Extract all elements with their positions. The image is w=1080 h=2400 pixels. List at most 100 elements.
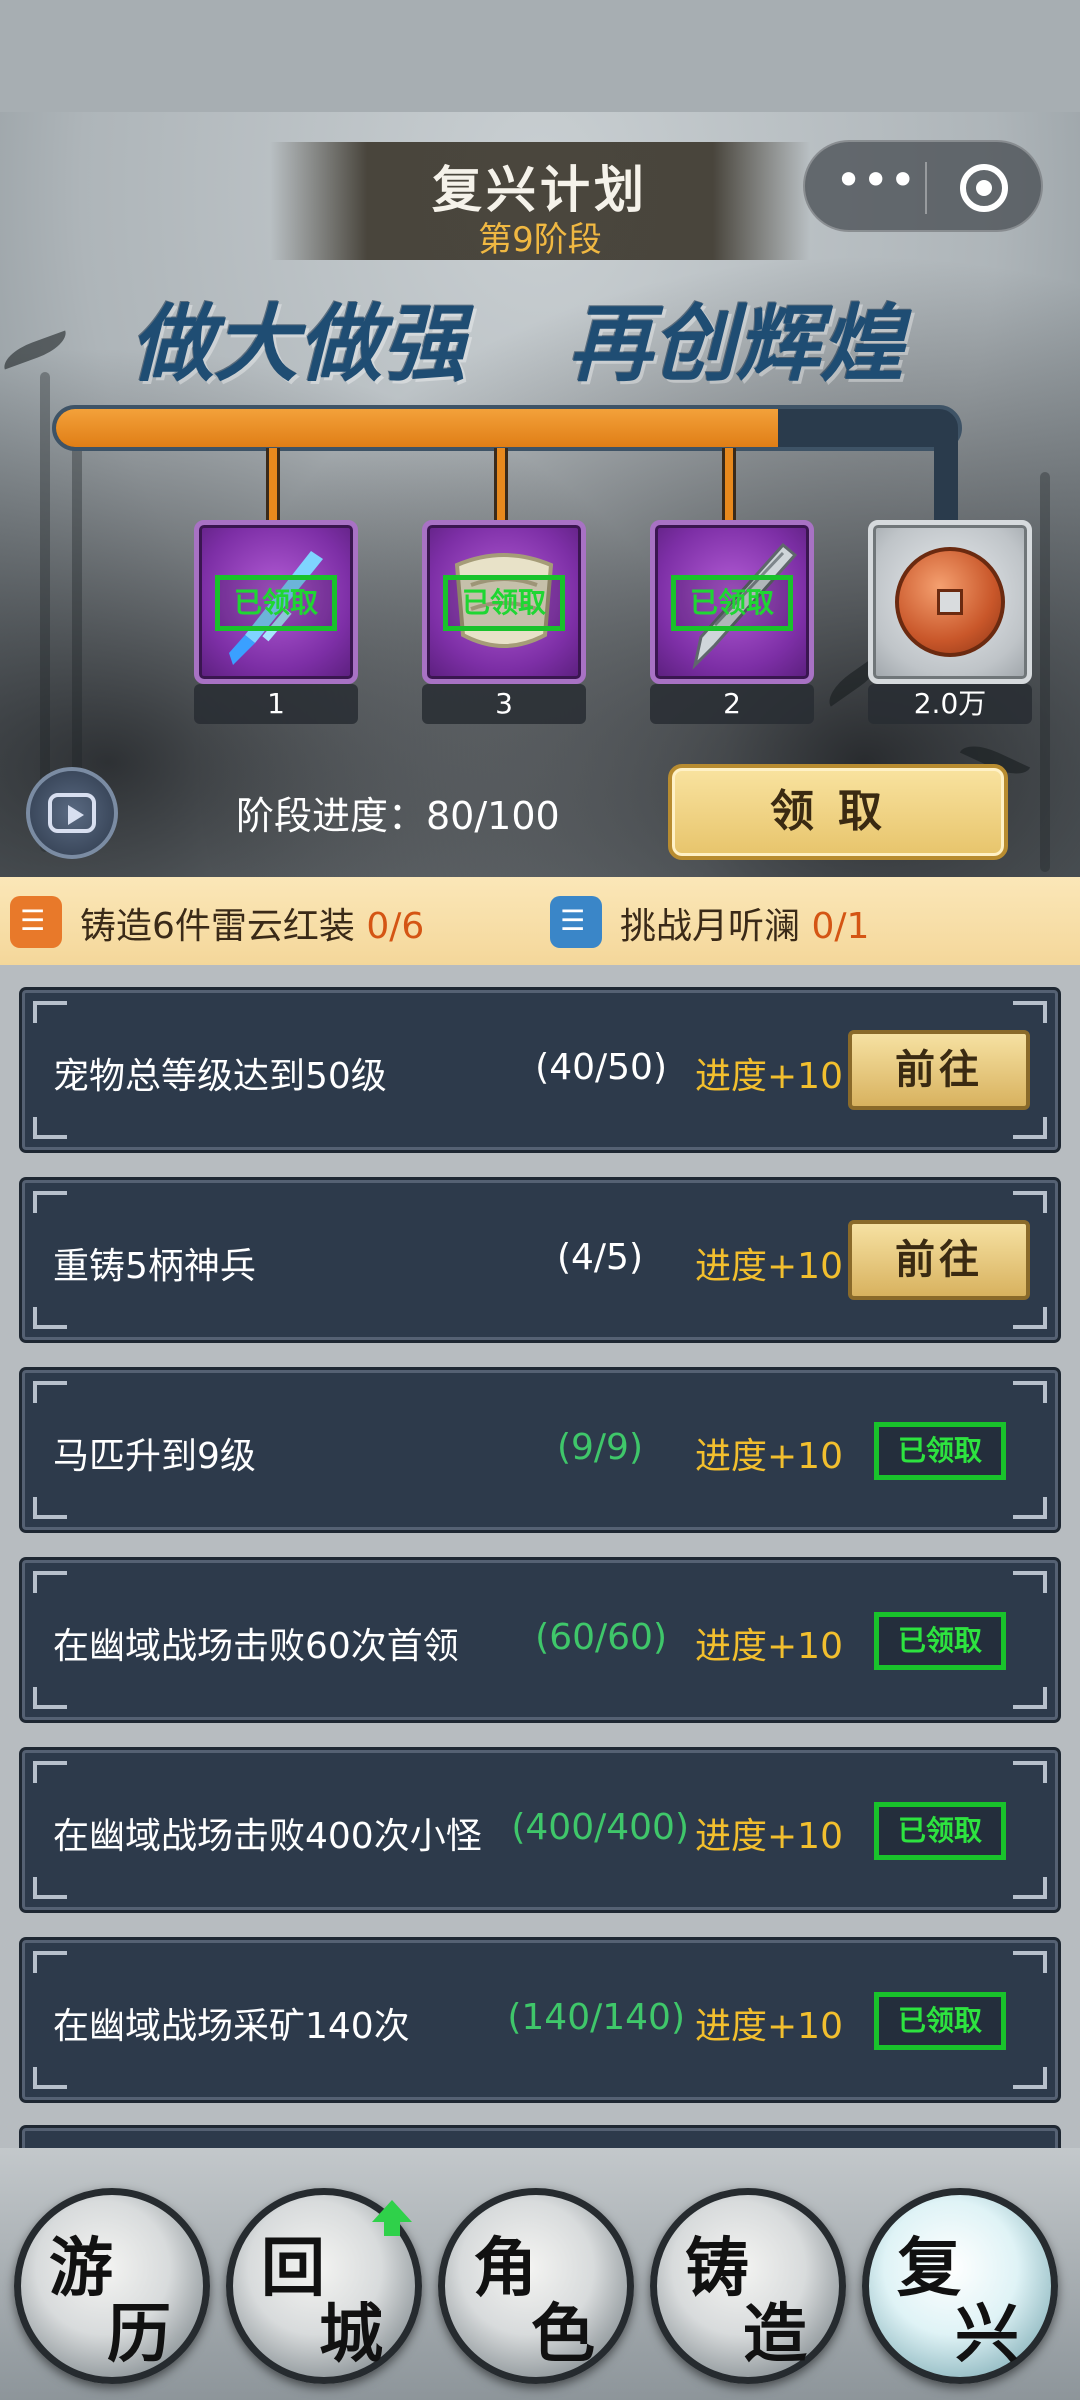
coin-hole (937, 589, 963, 615)
stage-progress-bar (52, 405, 962, 451)
nav-char: 回 (261, 2231, 325, 2306)
reward-count: 3 (422, 684, 586, 724)
task-row: 在幽域战场击败60次首领 (60/60) 进度+10 已领取 (22, 1560, 1058, 1720)
checklist-icon: ☰ (550, 896, 602, 948)
corner-decoration (33, 1687, 67, 1709)
task-reward: 进度+10 (695, 2006, 843, 2047)
close-icon[interactable] (960, 164, 1008, 212)
header-panel: 复兴计划 第9阶段 ••• 做大做强 再创辉煌 已领取 1 已领取 3 已领取 … (0, 112, 1080, 877)
claimed-badge: 已领取 (874, 1612, 1006, 1670)
task-name: 在幽域战场采矿140次 (53, 2006, 410, 2047)
checklist-icon: ☰ (10, 896, 62, 948)
goal-count: 0/6 (366, 906, 425, 947)
corner-decoration (1013, 2067, 1047, 2089)
slogan-right: 再创辉煌 (568, 294, 905, 393)
corner-decoration (1013, 1497, 1047, 1519)
task-row: 在幽域战场采矿140次 (140/140) 进度+10 已领取 (22, 1940, 1058, 2100)
play-icon (48, 793, 96, 833)
nav-char: 造 (743, 2297, 807, 2372)
reward-spear-tip[interactable]: 已领取 (650, 520, 814, 684)
reward-count: 2.0万 (868, 684, 1032, 724)
claimed-badge: 已领取 (874, 1992, 1006, 2050)
task-count: (4/5) (556, 1237, 643, 1278)
task-row: 在幽域战场击败400次小怪 (400/400) 进度+10 已领取 (22, 1750, 1058, 1910)
goal-count: 0/1 (811, 906, 870, 947)
leaf-decoration (0, 330, 71, 370)
stage-label: 第9阶段 (478, 220, 602, 260)
task-count: (400/400) (511, 1807, 689, 1848)
miniprogram-capsule: ••• (803, 140, 1043, 232)
reward-count: 2 (650, 684, 814, 724)
task-count: (40/50) (535, 1047, 667, 1088)
corner-decoration (33, 1381, 67, 1403)
task-reward: 进度+10 (695, 1816, 843, 1857)
nav-youli-button[interactable]: 游 历 (14, 2188, 210, 2384)
task-name: 在幽域战场击败60次首领 (53, 1626, 459, 1667)
nav-char: 游 (49, 2231, 113, 2306)
claim-button[interactable]: 领取 (668, 764, 1008, 860)
corner-decoration (1013, 1571, 1047, 1593)
status-bar (0, 0, 1080, 112)
corner-decoration (33, 1001, 67, 1023)
corner-decoration (1013, 1001, 1047, 1023)
slogan-left: 做大做强 (130, 294, 467, 393)
task-reward: 进度+10 (695, 1626, 843, 1667)
nav-char: 铸 (685, 2231, 749, 2306)
more-icon[interactable]: ••• (835, 157, 916, 216)
go-button[interactable]: 前往 (848, 1220, 1030, 1300)
claimed-stamp: 已领取 (671, 575, 793, 631)
stage-progress-text: 阶段进度：80/100 (236, 794, 560, 838)
reward-copper-coin[interactable] (868, 520, 1032, 684)
nav-char: 兴 (955, 2297, 1019, 2372)
task-name: 在幽域战场击败400次小怪 (53, 1816, 482, 1857)
reward-count: 1 (194, 684, 358, 724)
task-reward: 进度+10 (695, 1246, 843, 1287)
goal-text: 铸造6件雷云红装 (80, 906, 355, 947)
upgrade-arrow-stem (384, 2220, 400, 2236)
video-button[interactable] (26, 767, 118, 859)
corner-decoration (33, 1571, 67, 1593)
corner-decoration (1013, 1687, 1047, 1709)
copper-coin-icon (895, 547, 1005, 657)
nav-char: 色 (531, 2297, 595, 2372)
task-name: 宠物总等级达到50级 (53, 1056, 387, 1097)
claimed-stamp: 已领取 (443, 575, 565, 631)
corner-decoration (33, 1307, 67, 1329)
reward-dagger[interactable]: 已领取 (194, 520, 358, 684)
corner-decoration (1013, 1951, 1047, 1973)
task-row: 马匹升到9级 (9/9) 进度+10 已领取 (22, 1370, 1058, 1530)
goal-item[interactable]: 铸造6件雷云红装 0/6 (80, 897, 424, 949)
upgrade-arrow-icon (372, 2200, 412, 2222)
nav-juese-button[interactable]: 角 色 (438, 2188, 634, 2384)
task-name: 马匹升到9级 (53, 1436, 256, 1477)
corner-decoration (33, 1877, 67, 1899)
corner-decoration (1013, 1877, 1047, 1899)
corner-decoration (1013, 1191, 1047, 1213)
task-reward: 进度+10 (695, 1056, 843, 1097)
task-row: 宠物总等级达到50级 (40/50) 进度+10 前往 (22, 990, 1058, 1150)
claimed-badge: 已领取 (874, 1802, 1006, 1860)
corner-decoration (33, 1191, 67, 1213)
corner-decoration (1013, 1381, 1047, 1403)
goal-item[interactable]: 挑战月听澜 0/1 (620, 897, 869, 949)
goals-strip: ☰ 铸造6件雷云红装 0/6 ☰ 挑战月听澜 0/1 (0, 877, 1080, 965)
claimed-badge: 已领取 (874, 1422, 1006, 1480)
task-reward: 进度+10 (695, 1436, 843, 1477)
go-button[interactable]: 前往 (848, 1030, 1030, 1110)
bamboo-decoration (1040, 472, 1050, 872)
corner-decoration (33, 1951, 67, 1973)
task-row: 重铸5柄神兵 (4/5) 进度+10 前往 (22, 1180, 1058, 1340)
goal-text: 挑战月听澜 (620, 906, 801, 947)
task-count: (60/60) (535, 1617, 667, 1658)
nav-zhuzao-button[interactable]: 铸 造 (650, 2188, 846, 2384)
claimed-stamp: 已领取 (215, 575, 337, 631)
nav-char: 角 (473, 2231, 537, 2306)
nav-fuxing-button[interactable]: 复 兴 (862, 2188, 1058, 2384)
nav-char: 复 (897, 2231, 961, 2306)
task-count: (140/140) (507, 1997, 685, 2038)
corner-decoration (33, 2067, 67, 2089)
play-triangle (68, 805, 84, 825)
corner-decoration (33, 1117, 67, 1139)
reward-scroll[interactable]: 已领取 (422, 520, 586, 684)
nav-char: 历 (107, 2297, 171, 2372)
